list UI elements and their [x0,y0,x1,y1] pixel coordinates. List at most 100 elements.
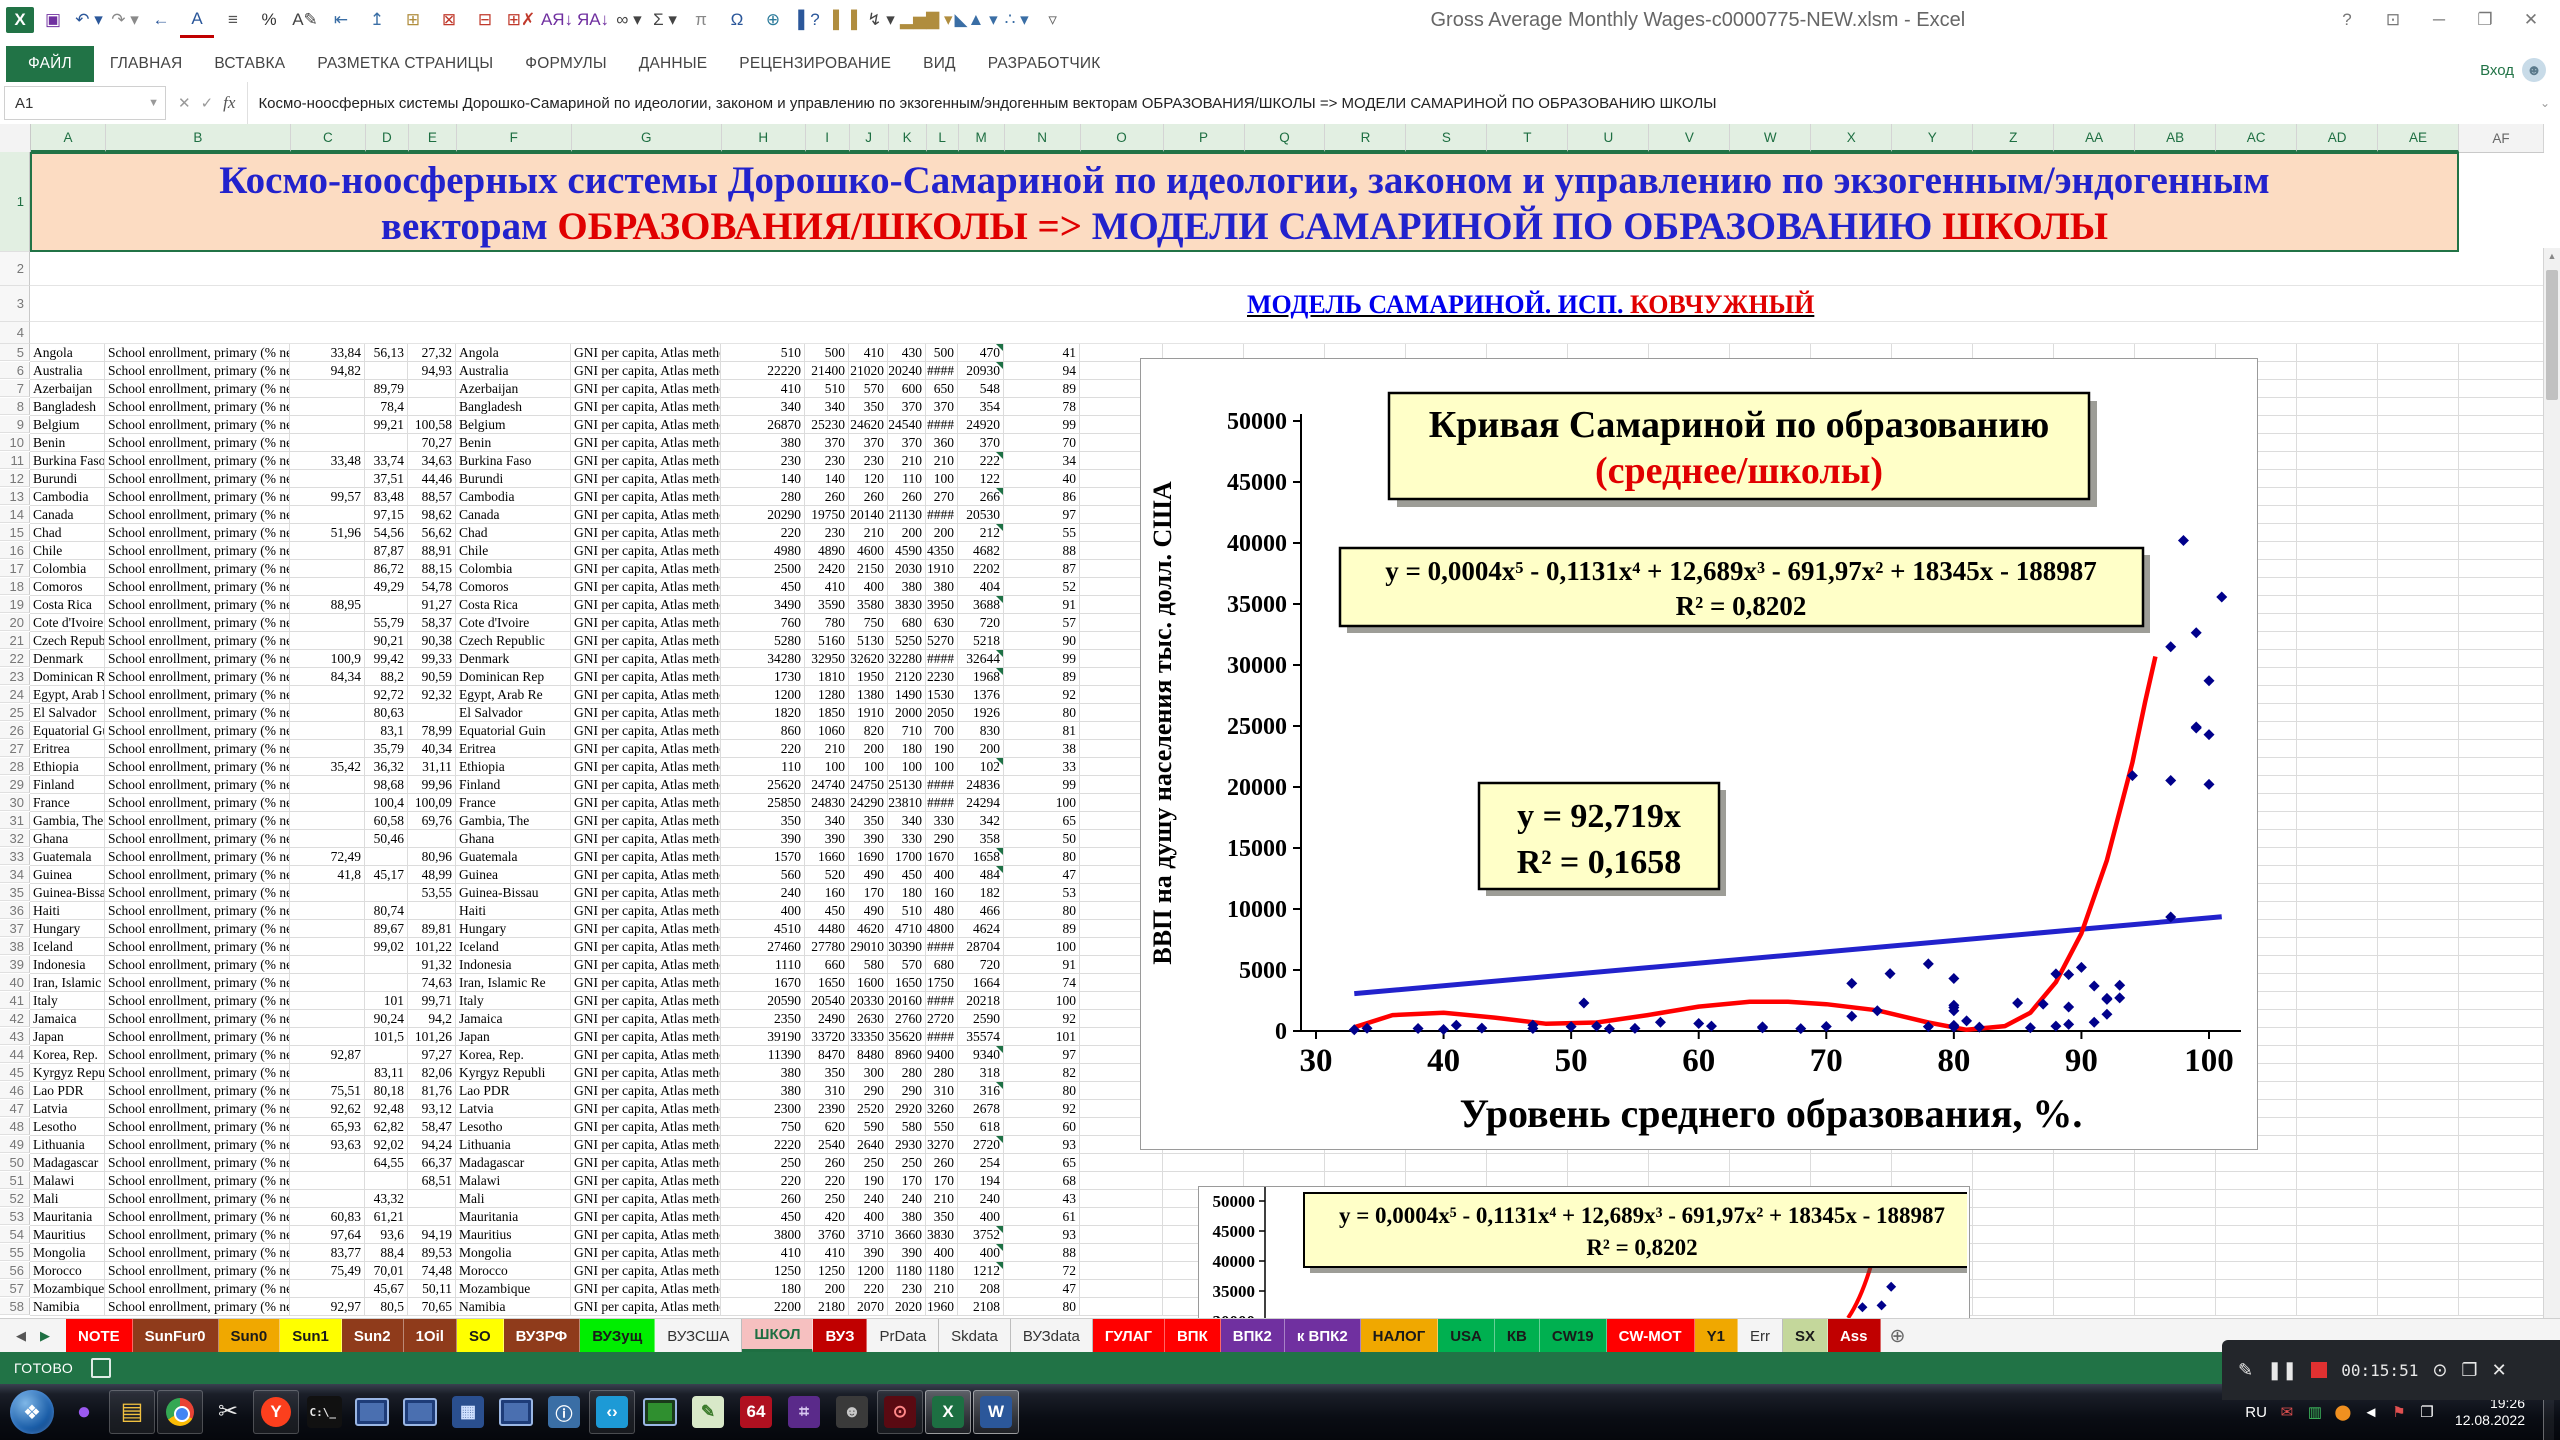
row-header-25[interactable]: 25 [0,704,30,721]
empty-cell[interactable] [2297,578,2378,596]
value-k[interactable]: 510 [888,902,926,920]
value-e[interactable]: 70,65 [408,1298,456,1316]
value-h[interactable]: 1570 [721,848,805,866]
sort-az-icon[interactable]: АЯ↓ [540,4,574,36]
empty-cell[interactable] [2297,1208,2378,1226]
value-j[interactable]: 580 [849,956,888,974]
value-l[interactable]: 1670 [926,848,958,866]
value-c[interactable] [290,542,365,560]
value-k[interactable]: 180 [888,884,926,902]
value-k[interactable]: 1490 [888,686,926,704]
value-d[interactable]: 62,82 [365,1118,408,1136]
value-c[interactable]: 75,51 [290,1082,365,1100]
value-j[interactable]: 170 [849,884,888,902]
value-i[interactable]: 8470 [805,1046,849,1064]
chart-help-icon[interactable]: ▌? [792,4,826,36]
indicator-g-cell[interactable]: GNI per capita, Atlas method (curren [571,452,721,470]
country-cell[interactable]: Australia [30,362,105,380]
empty-cell[interactable] [2297,1028,2378,1046]
value-e[interactable]: 70,27 [408,434,456,452]
value-c[interactable]: 35,42 [290,758,365,776]
recorder-webcam-icon[interactable]: ⊙ [2432,1360,2447,1381]
column-header-R[interactable]: R [1325,124,1406,152]
row-header-4[interactable]: 4 [0,322,30,344]
value-i[interactable]: 230 [805,452,849,470]
country-cell-f[interactable]: Chad [456,524,571,542]
value-mx[interactable]: 34 [1004,452,1080,470]
empty-cell[interactable] [1973,1226,2054,1244]
value-mx[interactable]: 41 [1004,344,1080,362]
value-i[interactable]: 24830 [805,794,849,812]
value-mx[interactable]: 99 [1004,650,1080,668]
value-i[interactable]: 1660 [805,848,849,866]
value-l[interactable]: 9400 [926,1046,958,1064]
value-k[interactable]: 450 [888,866,926,884]
name-box-dropdown-icon[interactable]: ▼ [148,97,165,109]
value-i[interactable]: 510 [805,380,849,398]
value-i[interactable]: 140 [805,470,849,488]
empty-cell[interactable] [2378,1136,2459,1154]
column-header-N[interactable]: N [1005,124,1081,152]
indicator-b-cell[interactable]: School enrollment, primary (% net) [105,812,290,830]
empty-cell[interactable] [2378,1154,2459,1172]
empty-cell[interactable] [2297,398,2378,416]
indicator-b-cell[interactable]: School enrollment, primary (% net) [105,542,290,560]
value-h[interactable]: 26870 [721,416,805,434]
value-l[interactable]: 630 [926,614,958,632]
empty-cell[interactable] [2459,1298,2544,1316]
value-d[interactable]: 83,48 [365,488,408,506]
value-j[interactable]: 24290 [849,794,888,812]
country-cell[interactable]: Bangladesh [30,398,105,416]
empty-cell[interactable] [2378,614,2459,632]
value-e[interactable]: 78,99 [408,722,456,740]
value-my[interactable]: 32644 [958,650,1004,668]
indicator-g-cell[interactable]: GNI per capita, Atlas method (curren [571,560,721,578]
empty-cell[interactable] [1080,1226,1163,1244]
value-my[interactable]: 370 [958,434,1004,452]
sheet-tab-Sun2[interactable]: Sun2 [342,1319,404,1353]
value-l[interactable]: #### [926,362,958,380]
value-my[interactable]: 24294 [958,794,1004,812]
value-j[interactable]: 21020 [849,362,888,380]
value-l[interactable]: 210 [926,1280,958,1298]
country-cell-f[interactable]: Denmark [456,650,571,668]
cancel-icon[interactable]: ✕ [178,94,191,112]
value-mx[interactable]: 100 [1004,794,1080,812]
empty-cell[interactable] [2378,866,2459,884]
value-k[interactable]: 2120 [888,668,926,686]
indicator-b-cell[interactable]: School enrollment, primary (% net) [105,866,290,884]
empty-cell[interactable] [1325,1154,1406,1172]
value-c[interactable] [290,1064,365,1082]
indicator-g-cell[interactable]: GNI per capita, Atlas method (curren [571,866,721,884]
empty-cell[interactable] [2459,650,2544,668]
value-j[interactable]: 1380 [849,686,888,704]
value-mx[interactable]: 89 [1004,668,1080,686]
country-cell[interactable]: Egypt, Arab Re [30,686,105,704]
value-mx[interactable]: 68 [1004,1172,1080,1190]
name-box[interactable]: A1 ▼ [4,86,166,120]
value-my[interactable]: 466 [958,902,1004,920]
format-painter-icon[interactable]: A✎ [288,4,322,36]
sheet-tab-ВУЗ[interactable]: ВУЗ [813,1319,867,1353]
empty-cell[interactable] [2459,1010,2544,1028]
value-i[interactable]: 210 [805,740,849,758]
value-j[interactable]: 20330 [849,992,888,1010]
scatter-chart-icon[interactable]: ∴ ▾ [1000,4,1034,36]
value-my[interactable]: 358 [958,830,1004,848]
value-mx[interactable]: 92 [1004,1010,1080,1028]
value-my[interactable]: 182 [958,884,1004,902]
value-my[interactable]: 484 [958,866,1004,884]
empty-cell[interactable] [2135,1244,2216,1262]
indicator-g-cell[interactable]: GNI per capita, Atlas method (curren [571,956,721,974]
empty-cell[interactable] [2054,1226,2135,1244]
delete-cells-icon[interactable]: ⊠ [432,4,466,36]
value-c[interactable] [290,884,365,902]
value-l[interactable]: 360 [926,434,958,452]
value-l[interactable]: 210 [926,452,958,470]
value-h[interactable]: 560 [721,866,805,884]
value-k[interactable]: 1180 [888,1262,926,1280]
row-header-31[interactable]: 31 [0,812,30,829]
country-cell[interactable]: Guatemala [30,848,105,866]
empty-cell[interactable] [2378,686,2459,704]
value-l[interactable]: 270 [926,488,958,506]
